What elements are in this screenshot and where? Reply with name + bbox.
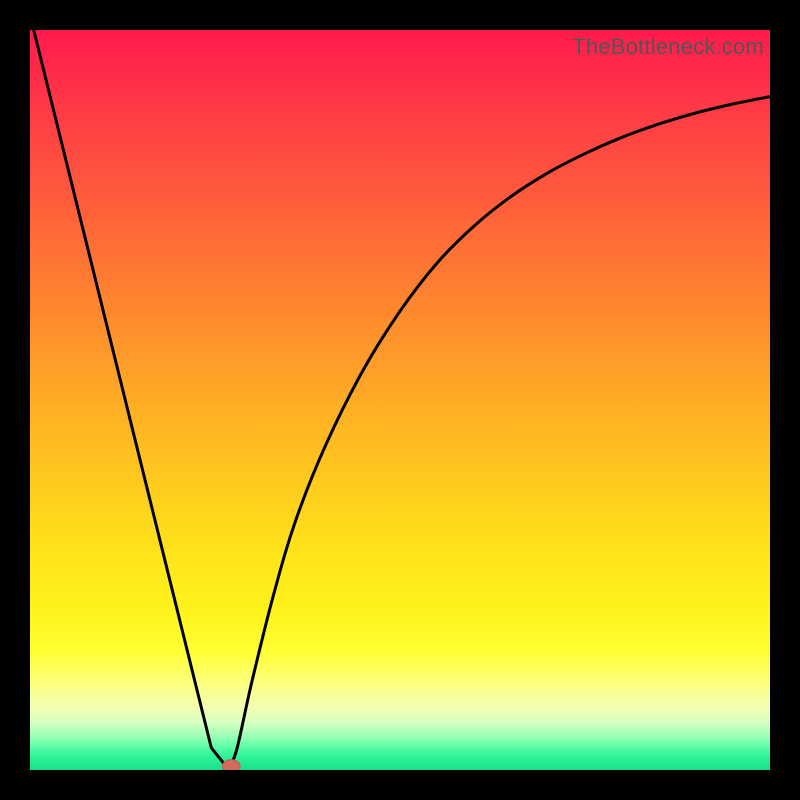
- chart-svg: [30, 30, 770, 770]
- optimal-point-marker: [222, 760, 240, 770]
- bottleneck-curve: [34, 30, 770, 766]
- chart-frame: TheBottleneck.com: [0, 0, 800, 800]
- watermark-text: TheBottleneck.com: [572, 34, 764, 60]
- plot-area: TheBottleneck.com: [30, 30, 770, 770]
